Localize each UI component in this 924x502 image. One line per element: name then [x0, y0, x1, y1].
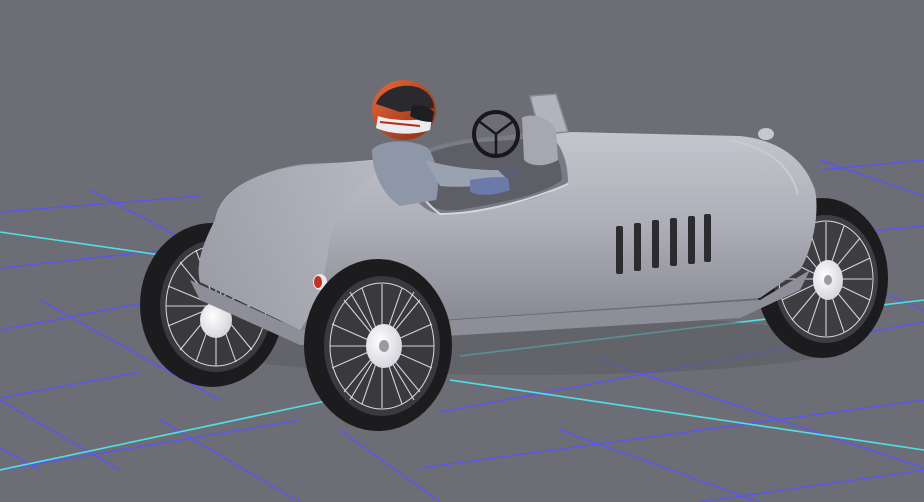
car-body[interactable]: [190, 128, 817, 345]
scene-canvas[interactable]: [0, 0, 924, 502]
3d-viewport[interactable]: [0, 0, 924, 502]
steering-wheel: [472, 110, 520, 158]
fuel-cap: [758, 128, 774, 140]
rear-right-wheel[interactable]: [304, 259, 452, 431]
driver-helmet: [372, 80, 436, 140]
race-car-model[interactable]: [140, 80, 888, 431]
